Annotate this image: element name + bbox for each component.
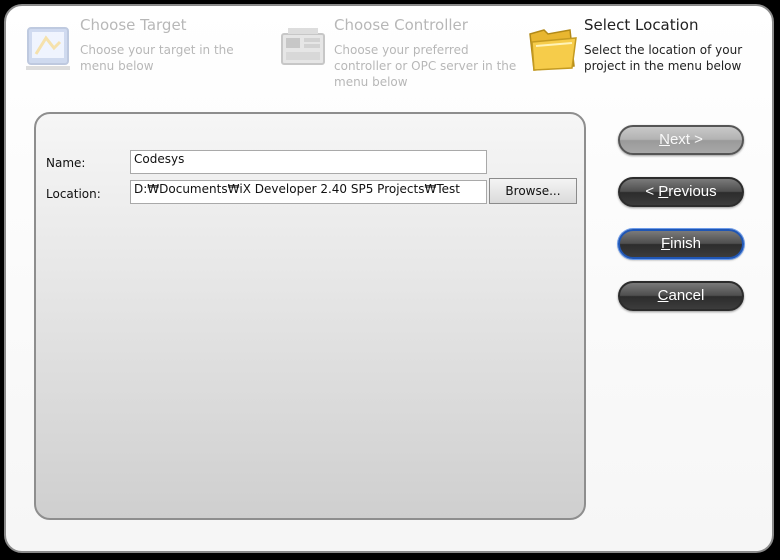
- finish-label: inish: [670, 235, 702, 252]
- controller-icon: [281, 28, 325, 65]
- step-select-location: Select Location Select the location of y…: [526, 14, 772, 94]
- step-description: Select the location of your project in t…: [584, 43, 743, 73]
- step-title: Select Location: [584, 16, 699, 34]
- step-choose-target: Choose Target Choose your target in the …: [22, 14, 272, 94]
- previous-prefix: <: [645, 183, 659, 200]
- previous-button[interactable]: < Previous: [618, 177, 744, 207]
- next-label: ext >: [669, 131, 703, 148]
- next-mnemonic: N: [659, 131, 670, 148]
- step-description: Choose your preferred controller or OPC …: [334, 43, 517, 89]
- browse-button[interactable]: Browse...: [489, 178, 577, 204]
- step-description: Choose your target in the menu below: [80, 43, 234, 73]
- finish-button[interactable]: Finish: [618, 229, 744, 259]
- finish-mnemonic: F: [660, 235, 671, 252]
- location-label: Location:: [46, 187, 101, 201]
- previous-mnemonic: P: [658, 183, 669, 200]
- name-label: Name:: [46, 156, 86, 170]
- step-choose-controller: Choose Controller Choose your preferred …: [276, 14, 526, 94]
- folder-icon: [529, 29, 577, 71]
- target-icon: [26, 27, 70, 70]
- name-input[interactable]: Codesys: [130, 150, 487, 174]
- next-button[interactable]: Next >: [618, 125, 744, 155]
- cancel-button[interactable]: Cancel: [618, 281, 744, 311]
- cancel-mnemonic: C: [657, 287, 669, 304]
- location-input[interactable]: D:₩Documents₩iX Developer 2.40 SP5 Proje…: [130, 180, 487, 204]
- wizard-window: Choose Target Choose your target in the …: [4, 4, 774, 553]
- previous-label: revious: [668, 183, 717, 200]
- step-title: Choose Target: [80, 16, 187, 34]
- step-title: Choose Controller: [334, 16, 468, 34]
- cancel-label: ancel: [668, 287, 705, 304]
